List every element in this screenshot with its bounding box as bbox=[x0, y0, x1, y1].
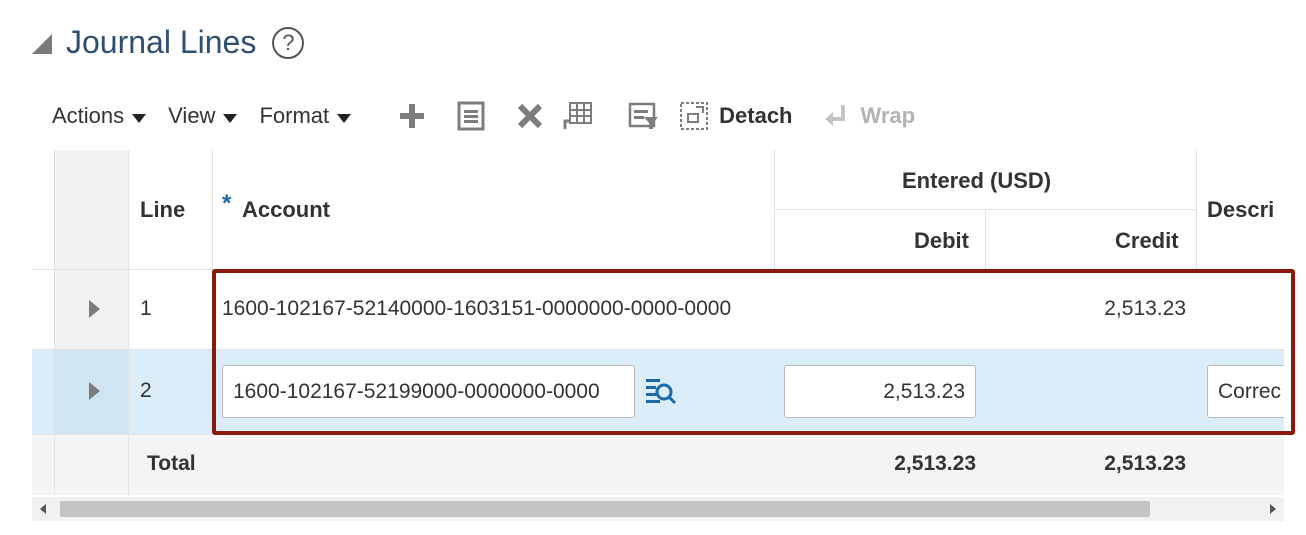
split-icon[interactable] bbox=[561, 99, 595, 133]
plus-icon[interactable] bbox=[395, 99, 429, 133]
journal-lines-table: Line * Account Entered (USD) Debit Credi… bbox=[32, 150, 1284, 495]
row-2-line: 2 bbox=[140, 379, 152, 402]
header-account[interactable]: Account bbox=[242, 197, 330, 223]
help-icon[interactable]: ? bbox=[272, 27, 305, 59]
total-credit: 2,513.23 bbox=[1104, 452, 1186, 475]
scroll-right-icon[interactable] bbox=[1270, 504, 1276, 514]
header-line: Line bbox=[140, 197, 186, 222]
header-credit[interactable]: Credit bbox=[1115, 228, 1179, 254]
row-2-account-input[interactable]: 1600-102167-52199000-0000000-0000 bbox=[222, 365, 635, 418]
section-header: Journal Lines ? bbox=[32, 20, 305, 64]
page-title: Journal Lines bbox=[66, 23, 257, 60]
row-2-description-input[interactable]: Correc bbox=[1207, 365, 1284, 418]
total-row-bg bbox=[32, 434, 1284, 495]
query-by-example-icon[interactable] bbox=[627, 99, 661, 133]
header-description[interactable]: Descri bbox=[1207, 197, 1274, 223]
format-label: Format bbox=[259, 103, 330, 128]
actions-label: Actions bbox=[52, 103, 125, 128]
row-2-debit-input[interactable]: 2,513.23 bbox=[784, 365, 976, 418]
header-debit[interactable]: Debit bbox=[914, 228, 969, 254]
detach-button[interactable]: Detach bbox=[679, 101, 793, 131]
detach-icon bbox=[680, 102, 709, 130]
account-search-icon[interactable] bbox=[644, 375, 678, 414]
detach-label: Detach bbox=[719, 103, 793, 128]
total-debit: 2,513.23 bbox=[894, 452, 976, 475]
view-label: View bbox=[168, 103, 216, 128]
duplicate-icon[interactable] bbox=[454, 99, 488, 133]
actions-menu[interactable]: Actions bbox=[52, 103, 147, 129]
row-1-account[interactable]: 1600-102167-52140000-1603151-0000000-000… bbox=[222, 297, 731, 321]
caret-down-icon bbox=[132, 113, 147, 123]
row-2-debit-value: 2,513.23 bbox=[883, 379, 965, 403]
format-menu[interactable]: Format bbox=[259, 103, 352, 129]
view-menu[interactable]: View bbox=[168, 103, 238, 129]
horizontal-scrollbar[interactable] bbox=[32, 497, 1284, 521]
collapse-triangle-icon[interactable] bbox=[32, 34, 52, 54]
caret-down-icon bbox=[223, 113, 238, 123]
wrap-label: Wrap bbox=[860, 103, 916, 128]
scroll-left-icon[interactable] bbox=[40, 504, 46, 514]
caret-down-icon bbox=[337, 113, 352, 123]
row-1-line: 1 bbox=[140, 297, 152, 320]
wrap-icon bbox=[824, 105, 845, 126]
row-1-credit[interactable]: 2,513.23 bbox=[1104, 297, 1186, 321]
expand-row-2-icon[interactable] bbox=[89, 382, 100, 400]
expand-row-1-icon[interactable] bbox=[89, 300, 100, 318]
wrap-button[interactable]: Wrap bbox=[823, 103, 916, 129]
header-entered-usd: Entered (USD) bbox=[902, 168, 1052, 193]
row-header-col bbox=[54, 150, 128, 349]
required-marker: * bbox=[222, 190, 232, 217]
table-toolbar: Actions View Format Detach Wrap bbox=[52, 96, 945, 136]
total-label: Total bbox=[147, 452, 196, 475]
scrollbar-thumb[interactable] bbox=[60, 501, 1150, 517]
help-glyph: ? bbox=[282, 30, 295, 55]
delete-icon[interactable] bbox=[513, 99, 547, 133]
